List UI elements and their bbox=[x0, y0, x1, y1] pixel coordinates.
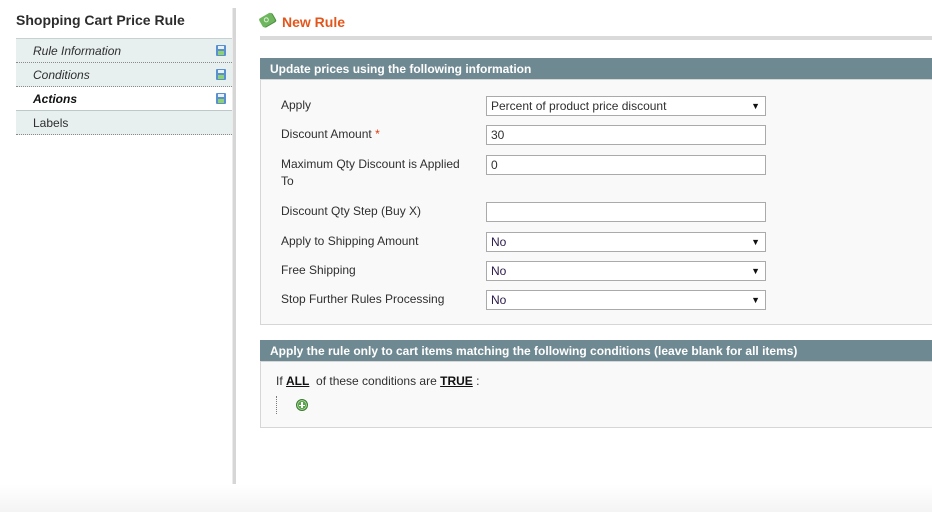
save-icon bbox=[216, 45, 226, 56]
discount-amount-input[interactable] bbox=[486, 125, 766, 145]
chevron-down-icon: ▼ bbox=[751, 295, 760, 305]
stop-rules-label: Stop Further Rules Processing bbox=[281, 292, 445, 306]
tab-label: Labels bbox=[33, 116, 69, 130]
page-title: New Rule bbox=[282, 14, 346, 30]
free-shipping-label: Free Shipping bbox=[281, 263, 356, 277]
discount-amount-label: Discount Amount * bbox=[281, 126, 471, 143]
apply-select-value: Percent of product price discount bbox=[491, 99, 667, 113]
header-divider bbox=[260, 36, 932, 40]
discount-amount-label-text: Discount Amount bbox=[281, 127, 372, 141]
condition-tree-line bbox=[276, 396, 278, 414]
free-shipping-value: No bbox=[491, 264, 507, 278]
apply-to-shipping-value: No bbox=[491, 235, 507, 249]
apply-select[interactable]: Percent of product price discount ▼ bbox=[486, 96, 766, 116]
qty-step-label: Discount Qty Step (Buy X) bbox=[281, 204, 422, 218]
conditions-section-heading: Apply the rule only to cart items matchi… bbox=[260, 340, 932, 362]
tab-conditions[interactable]: Conditions bbox=[16, 63, 234, 87]
money-rule-icon bbox=[258, 12, 276, 28]
actions-section-heading: Update prices using the following inform… bbox=[260, 58, 932, 80]
add-condition-icon[interactable] bbox=[296, 399, 308, 411]
max-qty-label: Maximum Qty Discount is Applied To bbox=[281, 157, 460, 188]
free-shipping-select[interactable]: No ▼ bbox=[486, 261, 766, 281]
footer-area bbox=[0, 484, 932, 512]
chevron-down-icon: ▼ bbox=[751, 101, 760, 111]
save-icon bbox=[216, 93, 226, 104]
chevron-down-icon: ▼ bbox=[751, 266, 760, 276]
value-link[interactable]: TRUE bbox=[440, 374, 473, 388]
sidebar-tabs: Rule Information Conditions Actions Labe… bbox=[16, 38, 234, 135]
stop-rules-select[interactable]: No ▼ bbox=[486, 290, 766, 310]
tab-rule-information[interactable]: Rule Information bbox=[16, 38, 234, 63]
apply-to-shipping-select[interactable]: No ▼ bbox=[486, 232, 766, 252]
tab-label: Rule Information bbox=[33, 44, 122, 58]
max-qty-input[interactable] bbox=[486, 155, 766, 175]
tab-label: Actions bbox=[33, 92, 78, 106]
tab-labels[interactable]: Labels bbox=[16, 111, 234, 135]
conditions-section-body bbox=[260, 362, 932, 428]
conditions-rule-line: If ALL of these conditions are TRUE : bbox=[276, 374, 479, 388]
qty-step-input[interactable] bbox=[486, 202, 766, 222]
tab-actions[interactable]: Actions bbox=[16, 87, 234, 111]
apply-label: Apply bbox=[281, 98, 312, 112]
required-mark: * bbox=[375, 127, 380, 141]
sidebar-title: Shopping Cart Price Rule bbox=[16, 12, 185, 28]
cond-suffix: : bbox=[476, 374, 480, 388]
cond-middle: of these conditions are bbox=[316, 374, 437, 388]
tab-label: Conditions bbox=[33, 68, 90, 82]
chevron-down-icon: ▼ bbox=[751, 237, 760, 247]
apply-to-shipping-label: Apply to Shipping Amount bbox=[281, 234, 419, 248]
cond-prefix: If bbox=[276, 374, 283, 388]
aggregator-link[interactable]: ALL bbox=[286, 374, 309, 388]
save-icon bbox=[216, 69, 226, 80]
stop-rules-value: No bbox=[491, 293, 507, 307]
sidebar-divider bbox=[232, 8, 236, 484]
